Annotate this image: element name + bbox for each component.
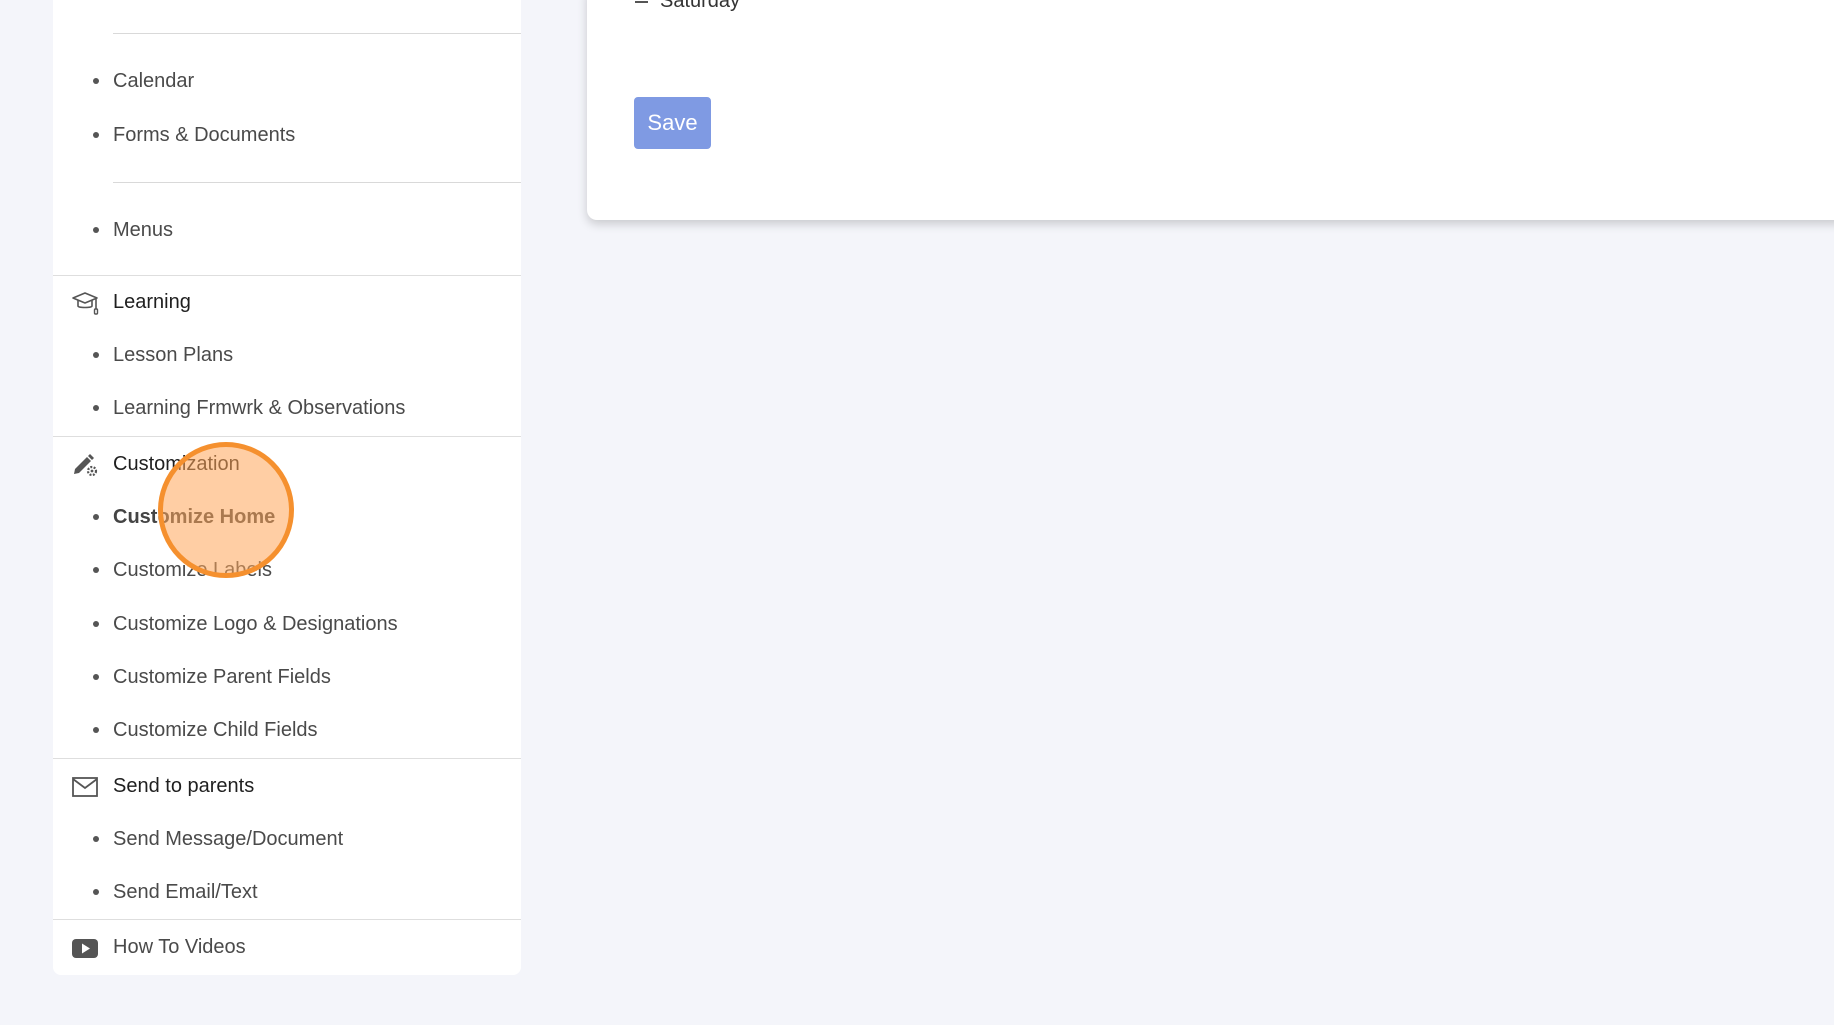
- pencil-gear-icon: [74, 454, 98, 477]
- bullet: [93, 727, 99, 733]
- day-option-saturday[interactable]: Saturday: [635, 0, 740, 13]
- divider: [113, 182, 521, 183]
- save-button[interactable]: Save: [634, 97, 711, 149]
- sidebar-item-send-message[interactable]: Send Message/Document: [53, 824, 521, 854]
- bullet: [93, 674, 99, 680]
- sidebar-item-forms-documents[interactable]: Forms & Documents: [53, 120, 521, 150]
- bullet: [93, 352, 99, 358]
- sidebar-item-how-to-videos[interactable]: How To Videos: [53, 930, 521, 964]
- section-customization[interactable]: Customization: [53, 447, 521, 481]
- bullet: [93, 227, 99, 233]
- sidebar-item-label: Calendar: [113, 70, 195, 92]
- sidebar-item-menus[interactable]: Menus: [53, 215, 521, 245]
- section-title: Learning: [113, 291, 191, 313]
- sidebar-item-customize-parent-fields[interactable]: Customize Parent Fields: [53, 662, 521, 692]
- play-video-icon: [72, 939, 98, 958]
- sidebar-item-customize-child-fields[interactable]: Customize Child Fields: [53, 715, 521, 745]
- bullet: [93, 132, 99, 138]
- graduation-cap-icon: [72, 292, 99, 315]
- sidebar-item-label: Send Message/Document: [113, 828, 344, 850]
- sidebar-item-label: Customize Home: [113, 506, 276, 528]
- sidebar-item-label: Forms & Documents: [113, 124, 296, 146]
- sidebar-item-label: Customize Logo & Designations: [113, 613, 398, 635]
- sidebar-item-calendar[interactable]: Calendar: [53, 66, 521, 96]
- section-title: Send to parents: [113, 775, 255, 797]
- sidebar-item-customize-home[interactable]: Customize Home: [53, 502, 521, 532]
- section-learning[interactable]: Learning: [53, 285, 521, 319]
- bullet: [93, 78, 99, 84]
- bullet: [93, 621, 99, 627]
- sidebar-item-label: Menus: [113, 219, 174, 241]
- sidebar-item-learning-framework[interactable]: Learning Frmwrk & Observations: [53, 393, 521, 423]
- sidebar-item-label: Customize Child Fields: [113, 719, 318, 741]
- bullet: [93, 514, 99, 520]
- bullet: [93, 889, 99, 895]
- checkbox[interactable]: [635, 0, 648, 3]
- section-divider: [53, 919, 521, 920]
- bullet: [93, 836, 99, 842]
- settings-panel: Saturday Save: [587, 0, 1834, 220]
- sidebar-item-customize-logo[interactable]: Customize Logo & Designations: [53, 609, 521, 639]
- sidebar-item-label: Lesson Plans: [113, 344, 234, 366]
- sidebar-item-label: Customize Parent Fields: [113, 666, 331, 688]
- sidebar-item-label: Learning Frmwrk & Observations: [113, 397, 406, 419]
- sidebar-item-send-email-text[interactable]: Send Email/Text: [53, 877, 521, 907]
- day-label: Saturday: [660, 0, 741, 12]
- bullet: [93, 567, 99, 573]
- sidebar-item-label: Send Email/Text: [113, 881, 258, 903]
- section-send-to-parents[interactable]: Send to parents: [53, 769, 521, 803]
- sidebar-item-label: Customize Labels: [113, 559, 272, 581]
- sidebar-item-customize-labels[interactable]: Customize Labels: [53, 555, 521, 585]
- section-divider: [53, 758, 521, 759]
- divider: [113, 33, 521, 34]
- section-divider: [53, 275, 521, 276]
- section-divider: [53, 436, 521, 437]
- sidebar-nav: Calendar Forms & Documents Menus Learnin…: [53, 0, 521, 975]
- section-title: How To Videos: [113, 936, 246, 958]
- sidebar-item-lesson-plans[interactable]: Lesson Plans: [53, 340, 521, 370]
- envelope-icon: [72, 777, 98, 797]
- section-title: Customization: [113, 453, 240, 475]
- bullet: [93, 405, 99, 411]
